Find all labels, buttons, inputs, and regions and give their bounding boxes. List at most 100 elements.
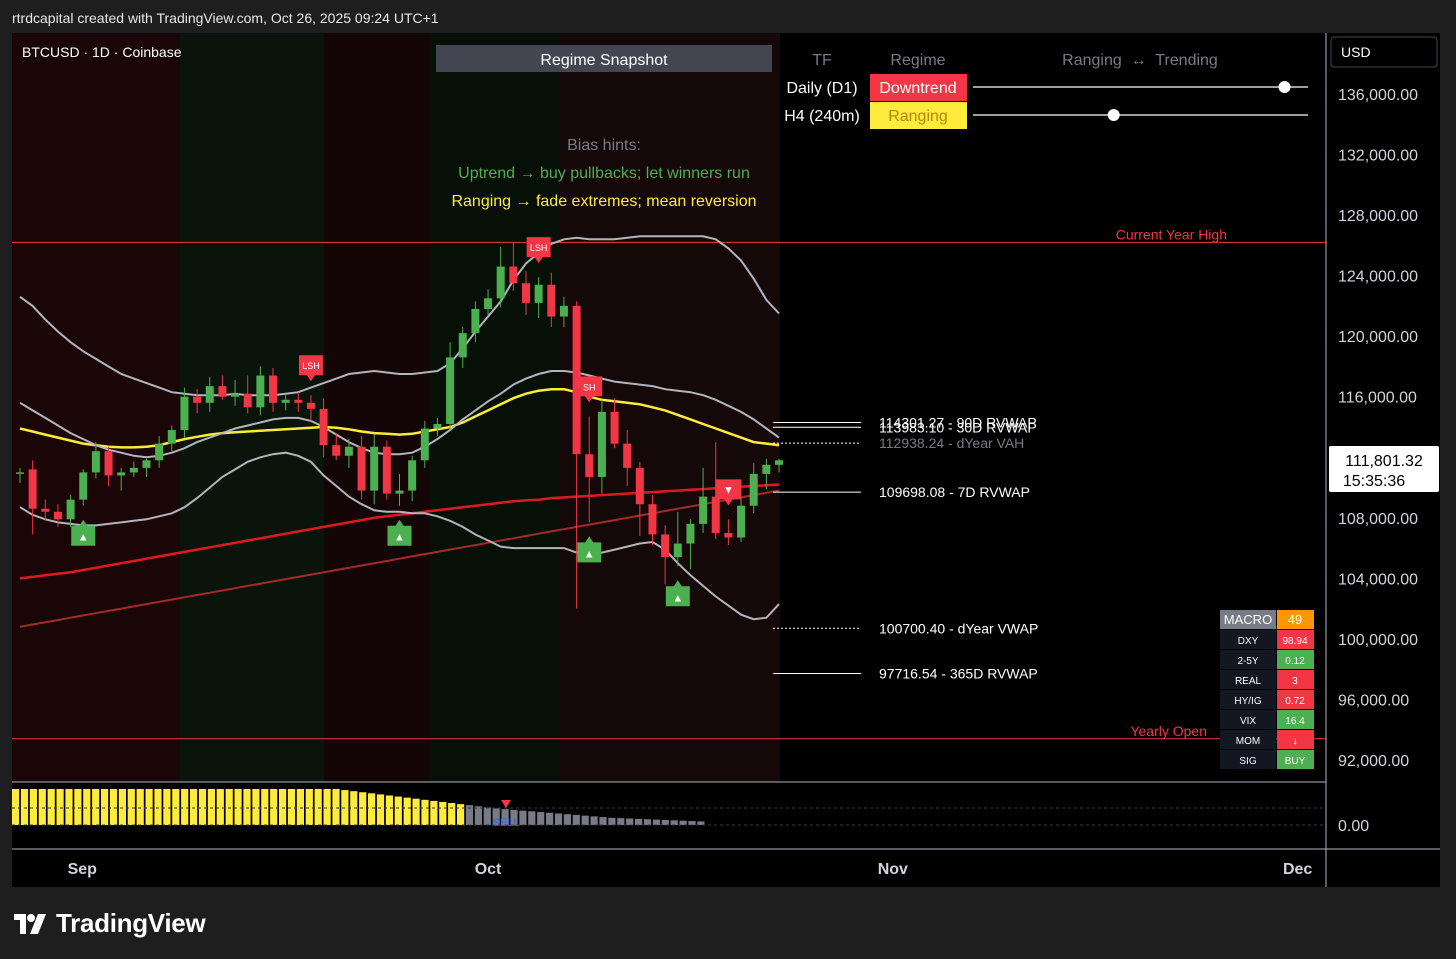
level-label-5: 97716.54 - 365D RVWAP xyxy=(879,665,1038,681)
osc-bar-50 xyxy=(457,804,465,825)
osc-bar-13 xyxy=(127,789,135,825)
price-tick-4: 120,000.00 xyxy=(1338,329,1418,346)
candle-body xyxy=(66,499,75,520)
regime-tf-0: Daily (D1) xyxy=(786,80,857,97)
osc-bar-12 xyxy=(118,789,126,825)
osc-bar-40 xyxy=(368,793,376,825)
macro-value-1: 98.94 xyxy=(1282,636,1307,647)
osc-bar-21 xyxy=(198,789,207,825)
osc-bar-74 xyxy=(670,820,678,825)
osc-bar-11 xyxy=(109,789,118,825)
candle-body xyxy=(16,472,24,474)
candle-body xyxy=(319,408,328,446)
candle-body xyxy=(91,451,100,473)
osc-bar-3 xyxy=(38,789,46,825)
macro-key-5: VIX xyxy=(1240,716,1256,727)
hline-label-1: Yearly Open xyxy=(1130,723,1207,739)
macro-key-3: REAL xyxy=(1235,676,1262,687)
candle-body xyxy=(395,490,404,494)
candle-body xyxy=(635,467,644,505)
price-tick-2: 128,000.00 xyxy=(1338,208,1418,225)
osc-bar-66 xyxy=(599,817,607,825)
sell-marker-label: LSH xyxy=(302,361,320,371)
candle-body xyxy=(382,446,391,494)
candle-body xyxy=(231,393,240,397)
macro-value-4: 0.72 xyxy=(1285,696,1305,707)
osc-bar-52 xyxy=(474,806,482,825)
price-tick-10: 92,000.00 xyxy=(1338,753,1409,770)
candle-body xyxy=(711,496,720,533)
candle-body xyxy=(585,454,594,477)
osc-bar-16 xyxy=(154,789,162,825)
candle-body xyxy=(775,460,783,465)
osc-bar-65 xyxy=(590,816,598,825)
candle-body xyxy=(673,543,682,558)
candle-body xyxy=(281,399,290,403)
osc-bar-49 xyxy=(448,803,456,825)
macro-value-0: 49 xyxy=(1288,612,1302,627)
osc-bar-19 xyxy=(181,789,189,825)
macro-key-2: 2-5Y xyxy=(1237,656,1258,667)
osc-bar-26 xyxy=(243,789,251,825)
osc-bar-4 xyxy=(47,789,55,825)
osc-bar-7 xyxy=(74,789,82,825)
time-tick-0: Sep xyxy=(68,861,98,878)
osc-bar-34 xyxy=(314,789,322,825)
candle-29 xyxy=(382,440,391,500)
candle-body xyxy=(724,532,733,538)
price-tick-3: 124,000.00 xyxy=(1338,269,1418,286)
osc-bar-30 xyxy=(279,789,287,825)
candle-body xyxy=(357,446,366,491)
osc-bar-6 xyxy=(65,789,73,825)
osc-bar-59 xyxy=(537,812,545,825)
tradingview-logo-icon xyxy=(14,914,46,934)
candle-body xyxy=(294,399,303,403)
osc-bar-71 xyxy=(643,819,652,825)
level-label-2: 112938.24 - dYear VAH xyxy=(879,435,1024,451)
osc-bar-31 xyxy=(287,789,296,825)
osc-bar-15 xyxy=(145,789,153,825)
candle-body xyxy=(762,464,771,474)
osc-bar-29 xyxy=(270,789,278,825)
candle-body xyxy=(332,445,341,456)
osc-bar-9 xyxy=(92,789,100,825)
time-tick-2: Nov xyxy=(878,861,908,878)
hline-label-0: Current Year High xyxy=(1116,226,1227,242)
bias-title: Bias hints: xyxy=(567,137,641,154)
candle-body xyxy=(41,508,50,512)
chart-canvas[interactable]: Current Year High Yearly Open ▲ ▲ ▲ ▲ ▼ LSH LSH… xyxy=(0,0,1456,959)
time-tick-1: Oct xyxy=(475,861,502,878)
candle-body xyxy=(408,460,417,491)
osc-bar-47 xyxy=(430,800,438,825)
macro-key-1: DXY xyxy=(1238,636,1259,647)
osc-bar-20 xyxy=(190,789,198,825)
osc-bar-33 xyxy=(305,789,313,825)
regime-shade-0 xyxy=(12,33,180,782)
osc-bar-18 xyxy=(172,789,180,825)
osc-bar-0 xyxy=(12,789,20,825)
osc-bar-70 xyxy=(635,818,643,825)
osc-bar-60 xyxy=(546,812,554,825)
candle-body xyxy=(269,375,277,403)
osc-bar-43 xyxy=(394,796,402,825)
price-tick-5: 116,000.00 xyxy=(1338,390,1417,407)
candle-body xyxy=(623,443,632,468)
osc-bar-73 xyxy=(661,819,669,825)
macro-key-4: HY/IG xyxy=(1234,696,1261,707)
candle-body xyxy=(180,396,189,431)
osc-bar-42 xyxy=(385,795,393,825)
osc-bar-68 xyxy=(617,818,625,825)
osc-bar-36 xyxy=(332,789,340,825)
regime-col-regime: Regime xyxy=(890,52,945,69)
macro-key-7: SIG xyxy=(1239,756,1256,767)
candle-body xyxy=(205,386,214,403)
osc-bar-57 xyxy=(519,810,527,825)
candle-body xyxy=(597,411,606,477)
symbol-title: BTCUSD · 1D · Coinbase xyxy=(22,44,182,60)
buy-marker-label: ▲ xyxy=(78,532,89,544)
osc-bar-53 xyxy=(483,807,491,825)
tradingview-brand: TradingView xyxy=(56,907,206,938)
tradingview-logo[interactable]: TradingView xyxy=(12,906,206,940)
osc-bar-69 xyxy=(626,818,634,825)
osc-bar-44 xyxy=(403,797,411,825)
